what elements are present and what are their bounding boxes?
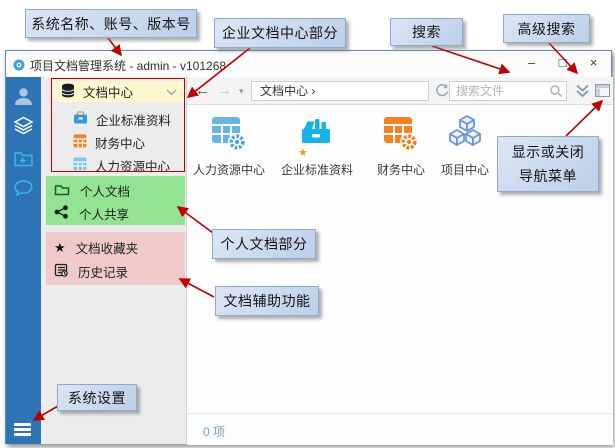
callout-text: 系统设置 bbox=[68, 388, 126, 408]
content-item-enterprise-standard[interactable]: ★ 企业标准资料 bbox=[275, 113, 359, 178]
nav-item-enterprise-standard[interactable]: 企业标准资料 bbox=[53, 111, 184, 127]
callout-text: 显示或关闭 bbox=[512, 140, 585, 164]
nav-item-doc-center[interactable]: 文档中心 bbox=[53, 81, 184, 102]
history-icon bbox=[54, 263, 68, 280]
callout-text: 企业文档中心部分 bbox=[222, 23, 338, 43]
folder-icon bbox=[54, 183, 70, 199]
nav-menu-toggle-icon[interactable] bbox=[595, 84, 610, 102]
content-item-label: 人力资源中心 bbox=[187, 161, 271, 178]
nav-label: 企业标准资料 bbox=[96, 110, 171, 129]
chat-icon[interactable] bbox=[13, 178, 34, 199]
forward-icon[interactable]: → bbox=[217, 81, 232, 101]
callout-personal-doc: 个人文档部分 bbox=[212, 229, 316, 259]
star-icon: ★ bbox=[54, 241, 66, 255]
content-item-label: 企业标准资料 bbox=[275, 161, 359, 178]
search-icon bbox=[549, 84, 563, 103]
callout-text: 导航菜单 bbox=[519, 164, 577, 188]
close-button[interactable]: × bbox=[578, 51, 609, 77]
content-item-hr-center[interactable]: 人力资源中心 bbox=[187, 113, 271, 178]
callout-title-info: 系统名称、账号、版本号 bbox=[25, 9, 197, 38]
briefcase-icon bbox=[73, 111, 88, 127]
finance-grid-icon bbox=[73, 134, 87, 151]
title-bar: 项目文档管理系统 - admin - v101268 – □ × bbox=[6, 51, 611, 77]
nav-item-history[interactable]: 历史记录 bbox=[54, 262, 128, 281]
share-icon bbox=[54, 205, 69, 222]
nav-label: 个人文档 bbox=[80, 181, 130, 200]
callout-search: 搜索 bbox=[390, 18, 463, 46]
nav-item-personal-share[interactable]: 个人共享 bbox=[54, 204, 129, 223]
minimize-button[interactable]: – bbox=[516, 51, 547, 77]
drawer-icon: ★ bbox=[297, 113, 337, 159]
status-bar: 0 项 bbox=[187, 413, 613, 445]
shared-folder-icon[interactable] bbox=[13, 149, 34, 170]
nav-label: 历史记录 bbox=[78, 262, 128, 281]
nav-item-favorites[interactable]: ★ 文档收藏夹 bbox=[54, 238, 138, 257]
nav-label: 人力资源中心 bbox=[95, 156, 170, 175]
advanced-search-icon[interactable] bbox=[575, 84, 590, 103]
callout-text: 搜索 bbox=[412, 22, 441, 42]
finance-table-gear-icon bbox=[381, 113, 421, 159]
content-item-label: 项目中心 bbox=[423, 161, 507, 178]
callout-text: 系统名称、账号、版本号 bbox=[31, 14, 191, 34]
layers-icon[interactable] bbox=[13, 115, 34, 136]
callout-text: 个人文档部分 bbox=[221, 234, 308, 254]
callout-text: 高级搜索 bbox=[518, 19, 576, 39]
item-count: 0 项 bbox=[203, 423, 225, 440]
personal-docs-section: 个人文档 个人共享 bbox=[46, 176, 185, 225]
hr-grid-icon bbox=[73, 157, 87, 174]
icon-sidebar bbox=[6, 77, 41, 444]
history-dropdown-icon[interactable]: ▾ bbox=[239, 81, 244, 101]
content-item-project-center[interactable]: 项目中心 bbox=[423, 113, 507, 178]
favorite-star-icon: ★ bbox=[298, 146, 308, 159]
nav-label: 文档中心 bbox=[83, 82, 133, 101]
callout-nav-toggle: 显示或关闭 导航菜单 bbox=[497, 136, 599, 192]
nav-item-personal-docs[interactable]: 个人文档 bbox=[54, 181, 130, 200]
cubes-icon bbox=[445, 113, 485, 159]
search-box bbox=[449, 81, 567, 101]
callout-enterprise-doc: 企业文档中心部分 bbox=[214, 18, 346, 48]
maximize-button[interactable]: □ bbox=[547, 51, 578, 77]
nav-item-hr-center[interactable]: 人力资源中心 bbox=[53, 157, 184, 173]
callout-system-settings: 系统设置 bbox=[57, 384, 137, 411]
nav-label: 财务中心 bbox=[95, 133, 145, 152]
settings-menu-icon[interactable] bbox=[13, 422, 34, 443]
window-title: 项目文档管理系统 - admin - v101268 bbox=[30, 57, 226, 74]
callout-advanced-search: 高级搜索 bbox=[503, 14, 590, 43]
back-icon[interactable]: ← bbox=[195, 81, 210, 101]
screenshot-stage: 项目文档管理系统 - admin - v101268 – □ × bbox=[0, 0, 615, 448]
chevron-down-icon[interactable] bbox=[166, 85, 177, 99]
app-logo-icon bbox=[13, 58, 25, 70]
doc-aux-section: ★ 文档收藏夹 历史记录 bbox=[46, 232, 185, 285]
nav-label: 个人共享 bbox=[79, 204, 129, 223]
nav-item-finance-center[interactable]: 财务中心 bbox=[53, 134, 184, 150]
hr-table-gear-icon bbox=[209, 113, 249, 159]
refresh-icon[interactable] bbox=[434, 83, 450, 104]
database-icon bbox=[61, 83, 75, 101]
main-area: ← → ▾ 文档中心 › bbox=[187, 77, 613, 445]
nav-label: 文档收藏夹 bbox=[76, 238, 139, 257]
user-icon[interactable] bbox=[13, 86, 34, 107]
callout-doc-aux: 文档辅助功能 bbox=[215, 286, 319, 316]
toolbar: ← → ▾ 文档中心 › bbox=[187, 77, 613, 105]
breadcrumb[interactable]: 文档中心 › bbox=[251, 81, 429, 101]
callout-text: 文档辅助功能 bbox=[224, 291, 311, 311]
